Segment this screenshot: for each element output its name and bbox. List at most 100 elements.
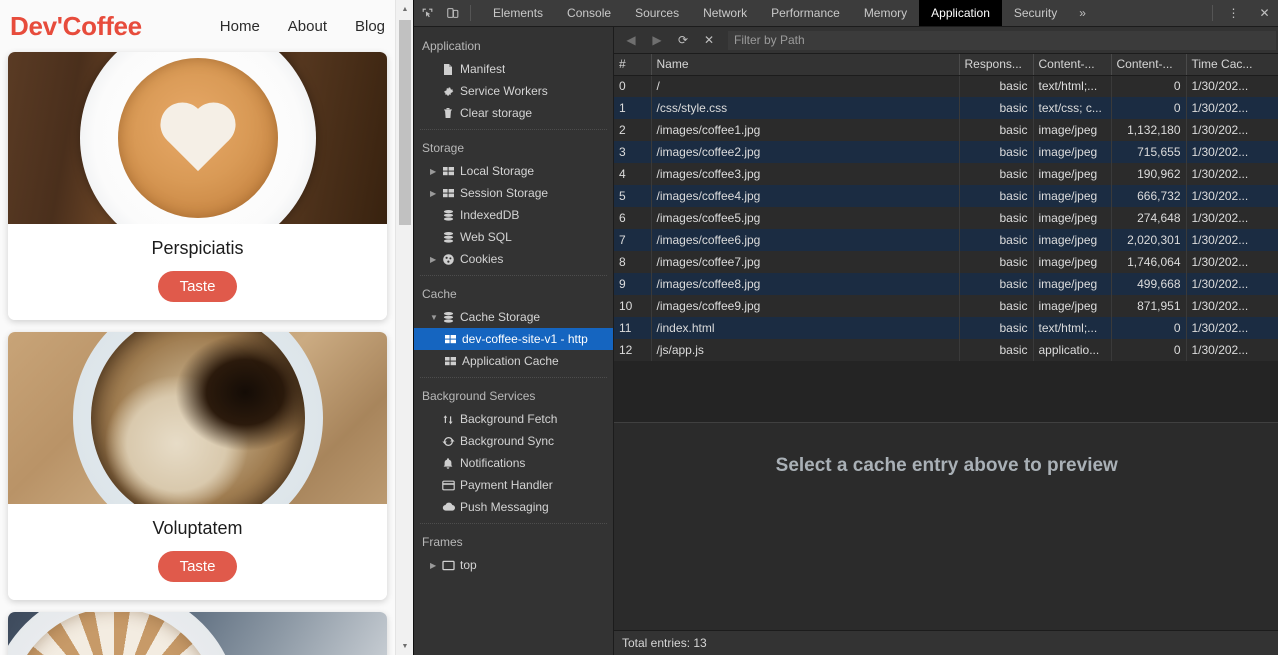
sidebar-item-background-sync[interactable]: Background Sync <box>414 430 613 452</box>
cell-content-length: 499,668 <box>1111 273 1186 295</box>
table-row[interactable]: 12 /js/app.js basic applicatio... 0 1/30… <box>614 339 1278 361</box>
sidebar-item-session-storage[interactable]: ▶ Session Storage <box>414 182 613 204</box>
tab-sources[interactable]: Sources <box>623 0 691 26</box>
sidebar-item-cookies[interactable]: ▶ Cookies <box>414 248 613 270</box>
tab-elements[interactable]: Elements <box>481 0 555 26</box>
sidebar-section-title-application: Application <box>414 33 613 58</box>
tab-performance[interactable]: Performance <box>759 0 852 26</box>
filter-by-path-input[interactable] <box>728 31 1276 50</box>
database-icon <box>442 311 460 324</box>
cell-content-type: image/jpeg <box>1033 141 1111 163</box>
cell-content-length: 666,732 <box>1111 185 1186 207</box>
scroll-up-arrow-icon[interactable]: ▲ <box>396 0 413 18</box>
column-header-index[interactable]: # <box>614 54 651 75</box>
cell-name: /css/style.css <box>651 97 959 119</box>
table-row[interactable]: 1 /css/style.css basic text/css; c... 0 … <box>614 97 1278 119</box>
sidebar-item-indexeddb[interactable]: IndexedDB <box>414 204 613 226</box>
sidebar-item-dev-coffee-site-v1[interactable]: dev-coffee-site-v1 - http <box>414 328 613 350</box>
sidebar-item-payment-handler[interactable]: Payment Handler <box>414 474 613 496</box>
sidebar-item-top-frame[interactable]: ▶ top <box>414 554 613 576</box>
devtools-tab-list: Elements Console Sources Network Perform… <box>481 0 1096 26</box>
table-row[interactable]: 5 /images/coffee4.jpg basic image/jpeg 6… <box>614 185 1278 207</box>
twisty[interactable]: ▶ <box>430 189 442 198</box>
page-scrollbar[interactable]: ▲ ▼ <box>395 0 413 655</box>
column-header-response-type[interactable]: Respons... <box>959 54 1033 75</box>
sidebar-item-application-cache[interactable]: Application Cache <box>414 350 613 372</box>
sidebar-item-notifications[interactable]: Notifications <box>414 452 613 474</box>
scrollbar-thumb[interactable] <box>399 20 411 225</box>
tab-security[interactable]: Security <box>1002 0 1069 26</box>
tab-application[interactable]: Application <box>919 0 1002 26</box>
refresh-icon[interactable]: ⟳ <box>670 30 696 51</box>
table-row[interactable]: 2 /images/coffee1.jpg basic image/jpeg 1… <box>614 119 1278 141</box>
forward-arrow-icon[interactable]: ▶ <box>644 30 670 51</box>
column-header-content-length[interactable]: Content-... <box>1111 54 1186 75</box>
database-icon <box>442 231 460 244</box>
nav-link-blog[interactable]: Blog <box>355 18 385 35</box>
coffee-card-body: Voluptatem Taste <box>8 504 387 600</box>
sidebar-item-cache-storage[interactable]: ▼ Cache Storage <box>414 306 613 328</box>
cell-name: /images/coffee3.jpg <box>651 163 959 185</box>
kebab-menu-icon[interactable]: ⋮ <box>1217 0 1249 26</box>
cell-content-type: image/jpeg <box>1033 229 1111 251</box>
sidebar-item-background-fetch[interactable]: Background Fetch <box>414 408 613 430</box>
table-row[interactable]: 3 /images/coffee2.jpg basic image/jpeg 7… <box>614 141 1278 163</box>
table-row[interactable]: 7 /images/coffee6.jpg basic image/jpeg 2… <box>614 229 1278 251</box>
sidebar-item-label: Push Messaging <box>460 500 549 514</box>
tab-console[interactable]: Console <box>555 0 623 26</box>
sidebar-item-clear-storage[interactable]: Clear storage <box>414 102 613 124</box>
table-row[interactable]: 10 /images/coffee9.jpg basic image/jpeg … <box>614 295 1278 317</box>
device-toolbar-icon[interactable] <box>440 0 466 26</box>
sidebar-item-manifest[interactable]: Manifest <box>414 58 613 80</box>
cell-name: /images/coffee4.jpg <box>651 185 959 207</box>
cell-time-cached: 1/30/202... <box>1186 75 1278 97</box>
tab-memory[interactable]: Memory <box>852 0 919 26</box>
sidebar-item-label: Local Storage <box>460 164 534 178</box>
table-row[interactable]: 11 /index.html basic text/html;... 0 1/3… <box>614 317 1278 339</box>
taste-button[interactable]: Taste <box>158 551 238 582</box>
sidebar-item-local-storage[interactable]: ▶ Local Storage <box>414 160 613 182</box>
sidebar-section-title-cache: Cache <box>414 281 613 306</box>
coffee-card[interactable] <box>8 612 387 655</box>
close-icon[interactable]: ✕ <box>1249 0 1278 26</box>
coffee-card[interactable]: Perspiciatis Taste <box>8 52 387 320</box>
cell-response-type: basic <box>959 97 1033 119</box>
nav-link-home[interactable]: Home <box>220 18 260 35</box>
sidebar-section-title-storage: Storage <box>414 135 613 160</box>
sidebar-item-service-workers[interactable]: Service Workers <box>414 80 613 102</box>
document-icon <box>442 63 460 76</box>
table-row[interactable]: 0 / basic text/html;... 0 1/30/202... <box>614 75 1278 97</box>
back-arrow-icon[interactable]: ◀ <box>618 30 644 51</box>
cache-entries-table-container[interactable]: # Name Respons... Content-... Content-..… <box>614 54 1278 422</box>
nav-link-about[interactable]: About <box>288 18 327 35</box>
twisty[interactable]: ▶ <box>430 167 442 176</box>
scroll-down-arrow-icon[interactable]: ▼ <box>396 637 413 655</box>
twisty[interactable]: ▶ <box>430 561 442 570</box>
table-row[interactable]: 6 /images/coffee5.jpg basic image/jpeg 2… <box>614 207 1278 229</box>
table-row[interactable]: 9 /images/coffee8.jpg basic image/jpeg 4… <box>614 273 1278 295</box>
coffee-card[interactable]: Voluptatem Taste <box>8 332 387 600</box>
twisty[interactable]: ▶ <box>430 255 442 264</box>
sidebar-item-push-messaging[interactable]: Push Messaging <box>414 496 613 518</box>
twisty-expanded[interactable]: ▼ <box>430 313 442 322</box>
cell-name: /images/coffee9.jpg <box>651 295 959 317</box>
coffee-card-title: Voluptatem <box>18 518 377 539</box>
cell-content-type: image/jpeg <box>1033 119 1111 141</box>
table-row[interactable]: 8 /images/coffee7.jpg basic image/jpeg 1… <box>614 251 1278 273</box>
tab-network[interactable]: Network <box>691 0 759 26</box>
cell-index: 10 <box>614 295 651 317</box>
table-row[interactable]: 4 /images/coffee3.jpg basic image/jpeg 1… <box>614 163 1278 185</box>
cell-time-cached: 1/30/202... <box>1186 141 1278 163</box>
devtools-tabbar: Elements Console Sources Network Perform… <box>414 0 1278 27</box>
column-header-name[interactable]: Name <box>651 54 959 75</box>
cell-content-length: 1,132,180 <box>1111 119 1186 141</box>
column-header-time-cached[interactable]: Time Cac... <box>1186 54 1278 75</box>
sidebar-item-web-sql[interactable]: Web SQL <box>414 226 613 248</box>
inspect-element-icon[interactable] <box>414 0 440 26</box>
sidebar-divider <box>420 275 607 276</box>
taste-button[interactable]: Taste <box>158 271 238 302</box>
column-header-content-type[interactable]: Content-... <box>1033 54 1111 75</box>
more-tabs-icon[interactable]: » <box>1069 0 1096 26</box>
cell-response-type: basic <box>959 119 1033 141</box>
delete-entry-icon[interactable]: ✕ <box>696 30 722 51</box>
